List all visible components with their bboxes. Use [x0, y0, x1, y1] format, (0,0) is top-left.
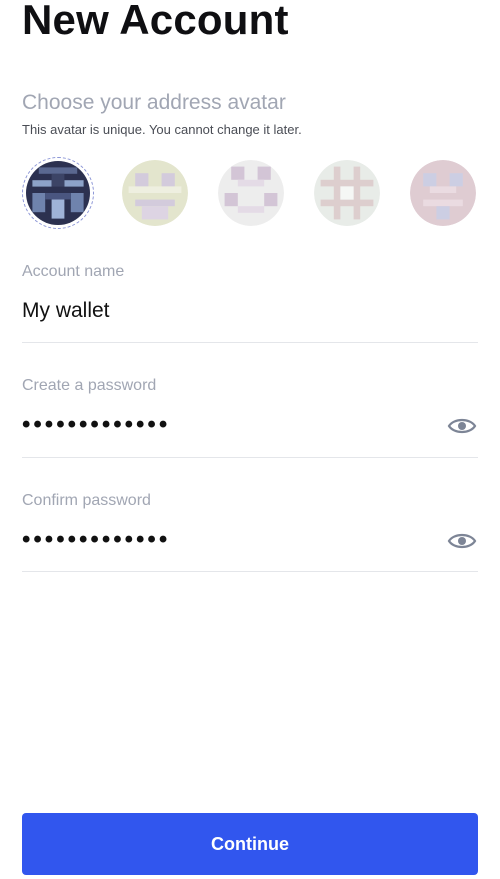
password-input[interactable]: •••••••••••••: [22, 411, 422, 439]
avatar-picker: [22, 157, 478, 229]
account-name-input[interactable]: [22, 297, 422, 325]
avatar-option-4[interactable]: [314, 160, 380, 226]
avatar-option-2[interactable]: [122, 160, 188, 226]
confirm-password-label: Confirm password: [22, 492, 151, 509]
avatar-option-1[interactable]: [22, 157, 94, 229]
password-divider: [22, 457, 478, 458]
account-name-divider: [22, 342, 478, 343]
account-name-label: Account name: [22, 263, 125, 280]
pixel-avatar-icon: [218, 160, 284, 226]
avatar-section-note: This avatar is unique. You cannot change…: [22, 122, 302, 137]
confirm-password-divider: [22, 571, 478, 572]
pixel-avatar-icon: [26, 161, 90, 225]
avatar-section-heading: Choose your address avatar: [22, 91, 286, 114]
continue-button[interactable]: Continue: [22, 813, 478, 875]
pixel-avatar-icon: [122, 160, 188, 226]
pixel-avatar-icon: [314, 160, 380, 226]
avatar-option-5[interactable]: [410, 160, 476, 226]
avatar-option-3[interactable]: [218, 160, 284, 226]
confirm-password-input[interactable]: •••••••••••••: [22, 526, 422, 554]
eye-icon[interactable]: [447, 416, 477, 436]
password-label: Create a password: [22, 377, 157, 394]
pixel-avatar-icon: [410, 160, 476, 226]
page-title: New Account: [22, 0, 289, 43]
eye-icon[interactable]: [447, 531, 477, 551]
